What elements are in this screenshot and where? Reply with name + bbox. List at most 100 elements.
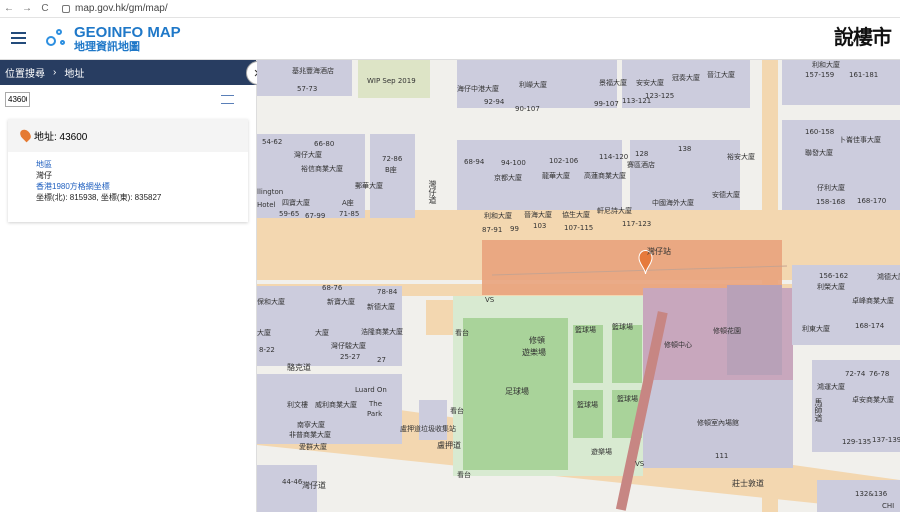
- map-label: 大廈: [315, 329, 329, 337]
- map-label: 156-162: [819, 272, 849, 280]
- map-label: llington: [257, 188, 284, 196]
- map-label: 87-91: [482, 226, 503, 234]
- result-card[interactable]: 地址: 43600 地區 灣仔 香港1980方格網坐標 坐標(北): 81593…: [8, 119, 248, 222]
- map-label: 利嶸大廈: [519, 81, 547, 89]
- map-label: 愛群大廈: [299, 443, 327, 451]
- map-label: 新寶大廈: [327, 298, 355, 306]
- map-label: 99-107: [594, 100, 619, 108]
- map-label: 鴻德大廈: [877, 273, 900, 281]
- forward-icon[interactable]: →: [18, 3, 36, 14]
- map-label: 保和大廈: [257, 298, 285, 306]
- logo-zh: 地理資訊地圖: [74, 41, 140, 53]
- map-label: 冠奏大廈: [672, 74, 700, 82]
- map-label: 景福大廈: [599, 79, 627, 87]
- map-label: 看台: [457, 471, 471, 479]
- map-label: 晉海大廈: [524, 211, 552, 219]
- map-label: 27: [377, 356, 386, 364]
- side-panel: 位置搜尋 › 地址 地址: 43600 地區 灣仔 香港1980方格網坐標 坐標…: [0, 60, 257, 512]
- map-label: 78-84: [377, 288, 398, 296]
- map-label: 68-76: [322, 284, 343, 292]
- map-label: 晉江大廈: [707, 71, 735, 79]
- result-area: 灣仔: [36, 171, 52, 180]
- map-label: 103: [533, 222, 547, 230]
- map-label: 京都大廈: [494, 174, 522, 182]
- map-label: 四寶大廈: [282, 199, 310, 207]
- map-label: Hotel: [257, 201, 276, 209]
- map-label: 盧押道垃圾收集站: [400, 425, 456, 433]
- map-label: 盧押道: [437, 441, 461, 450]
- coordinate-values: 坐標(北): 815938, 坐標(東): 835827: [36, 193, 162, 202]
- map-label: 99: [510, 225, 519, 233]
- map-label: 裕信商業大廈: [301, 165, 343, 173]
- reload-icon[interactable]: C: [36, 3, 54, 14]
- map-label: 160-158: [805, 128, 835, 136]
- back-icon[interactable]: ←: [0, 3, 18, 14]
- map-label: 卓安商業大廈: [852, 396, 894, 404]
- brand-watermark: 說樓市: [834, 25, 892, 49]
- map-label: 鴻運大廈: [817, 383, 845, 391]
- map-label: 莊士敦道: [732, 479, 764, 488]
- tab-address[interactable]: 地址: [64, 65, 84, 80]
- map-label: 利和大廈: [812, 61, 840, 69]
- map-label: 高蓮商業大廈: [584, 172, 626, 180]
- map-label: 161-181: [849, 71, 879, 79]
- app-header: GEOINFO MAP 地理資訊地圖 說樓市: [0, 18, 900, 60]
- address-bar[interactable]: map.gov.hk/gm/map/: [62, 3, 168, 14]
- map-label: 軒尼詩大廈: [597, 207, 632, 215]
- map-label: 92-94: [484, 98, 505, 106]
- map-label: A座: [342, 199, 354, 207]
- map-label: 看台: [455, 329, 469, 337]
- map-label: 龍華大廈: [542, 172, 570, 180]
- map-label: 大廈: [257, 329, 271, 337]
- map-label: 94-100: [501, 159, 526, 167]
- map-label: B座: [385, 166, 397, 174]
- tab-location-search[interactable]: 位置搜尋: [5, 65, 45, 80]
- map-label: 59-65: [279, 210, 300, 218]
- map-label: 籃球場: [612, 323, 633, 331]
- map-label: 72-86: [382, 155, 403, 163]
- search-input[interactable]: [5, 91, 30, 107]
- map-label: 76-78: [869, 370, 890, 378]
- map-label: 威利商業大廈: [315, 401, 357, 409]
- map-base: [257, 60, 900, 512]
- geoinfo-logo-icon: [44, 28, 70, 50]
- map-label: 籃球場: [577, 401, 598, 409]
- menu-icon[interactable]: [11, 32, 26, 44]
- map-label: 郵華大廈: [355, 182, 383, 190]
- map-label: 132&136: [855, 490, 888, 498]
- list-toggle-icon[interactable]: [221, 94, 234, 104]
- map-label: 南寧大廈: [297, 421, 325, 429]
- map-label: 卓峰商業大廈: [852, 297, 894, 305]
- map-label: 基兆豐海酒店: [292, 67, 334, 75]
- browser-toolbar: ← → C map.gov.hk/gm/map/: [0, 0, 900, 18]
- result-type: 地區: [36, 160, 52, 169]
- map-label: 聯發大廈: [805, 149, 833, 157]
- map-label: 協生大廈: [562, 211, 590, 219]
- map-label: WIP Sep 2019: [367, 77, 416, 85]
- map-label: 54-62: [262, 138, 283, 146]
- map-label: 修頓室內場館: [697, 419, 739, 427]
- map-canvas[interactable]: 基兆豐海酒店 WIP Sep 2019 海仔中港大廈 利嶸大廈 景福大廈 安安大…: [257, 60, 900, 512]
- map-label: 遊樂場: [522, 348, 546, 357]
- map-label: 117-123: [622, 220, 652, 228]
- logo[interactable]: GEOINFO MAP 地理資訊地圖: [44, 25, 181, 53]
- map-label: 馬師道: [814, 398, 823, 422]
- map-label: VS: [635, 460, 645, 468]
- map-label: 灣仔道: [302, 481, 326, 490]
- map-label: 111: [715, 452, 729, 460]
- map-label: 安德大廈: [712, 191, 740, 199]
- map-label: CHI: [882, 502, 895, 510]
- coordinate-system[interactable]: 香港1980方格網坐標: [36, 181, 248, 192]
- map-label: 灣仔大廈: [294, 151, 322, 159]
- map-label: 72-74: [845, 370, 866, 378]
- map-label: 68-94: [464, 158, 485, 166]
- map-label: 灣仔駿大廈: [331, 342, 366, 350]
- map-label: 浩隆商業大廈: [361, 328, 403, 336]
- map-label: 駱克道: [287, 363, 311, 372]
- map-label: 71-85: [339, 210, 360, 218]
- map-label: Park: [367, 410, 383, 418]
- location-pin-icon: [18, 127, 33, 143]
- map-label: 157-159: [805, 71, 835, 79]
- map-label: 107-115: [564, 224, 594, 232]
- map-label: 籃球場: [617, 395, 638, 403]
